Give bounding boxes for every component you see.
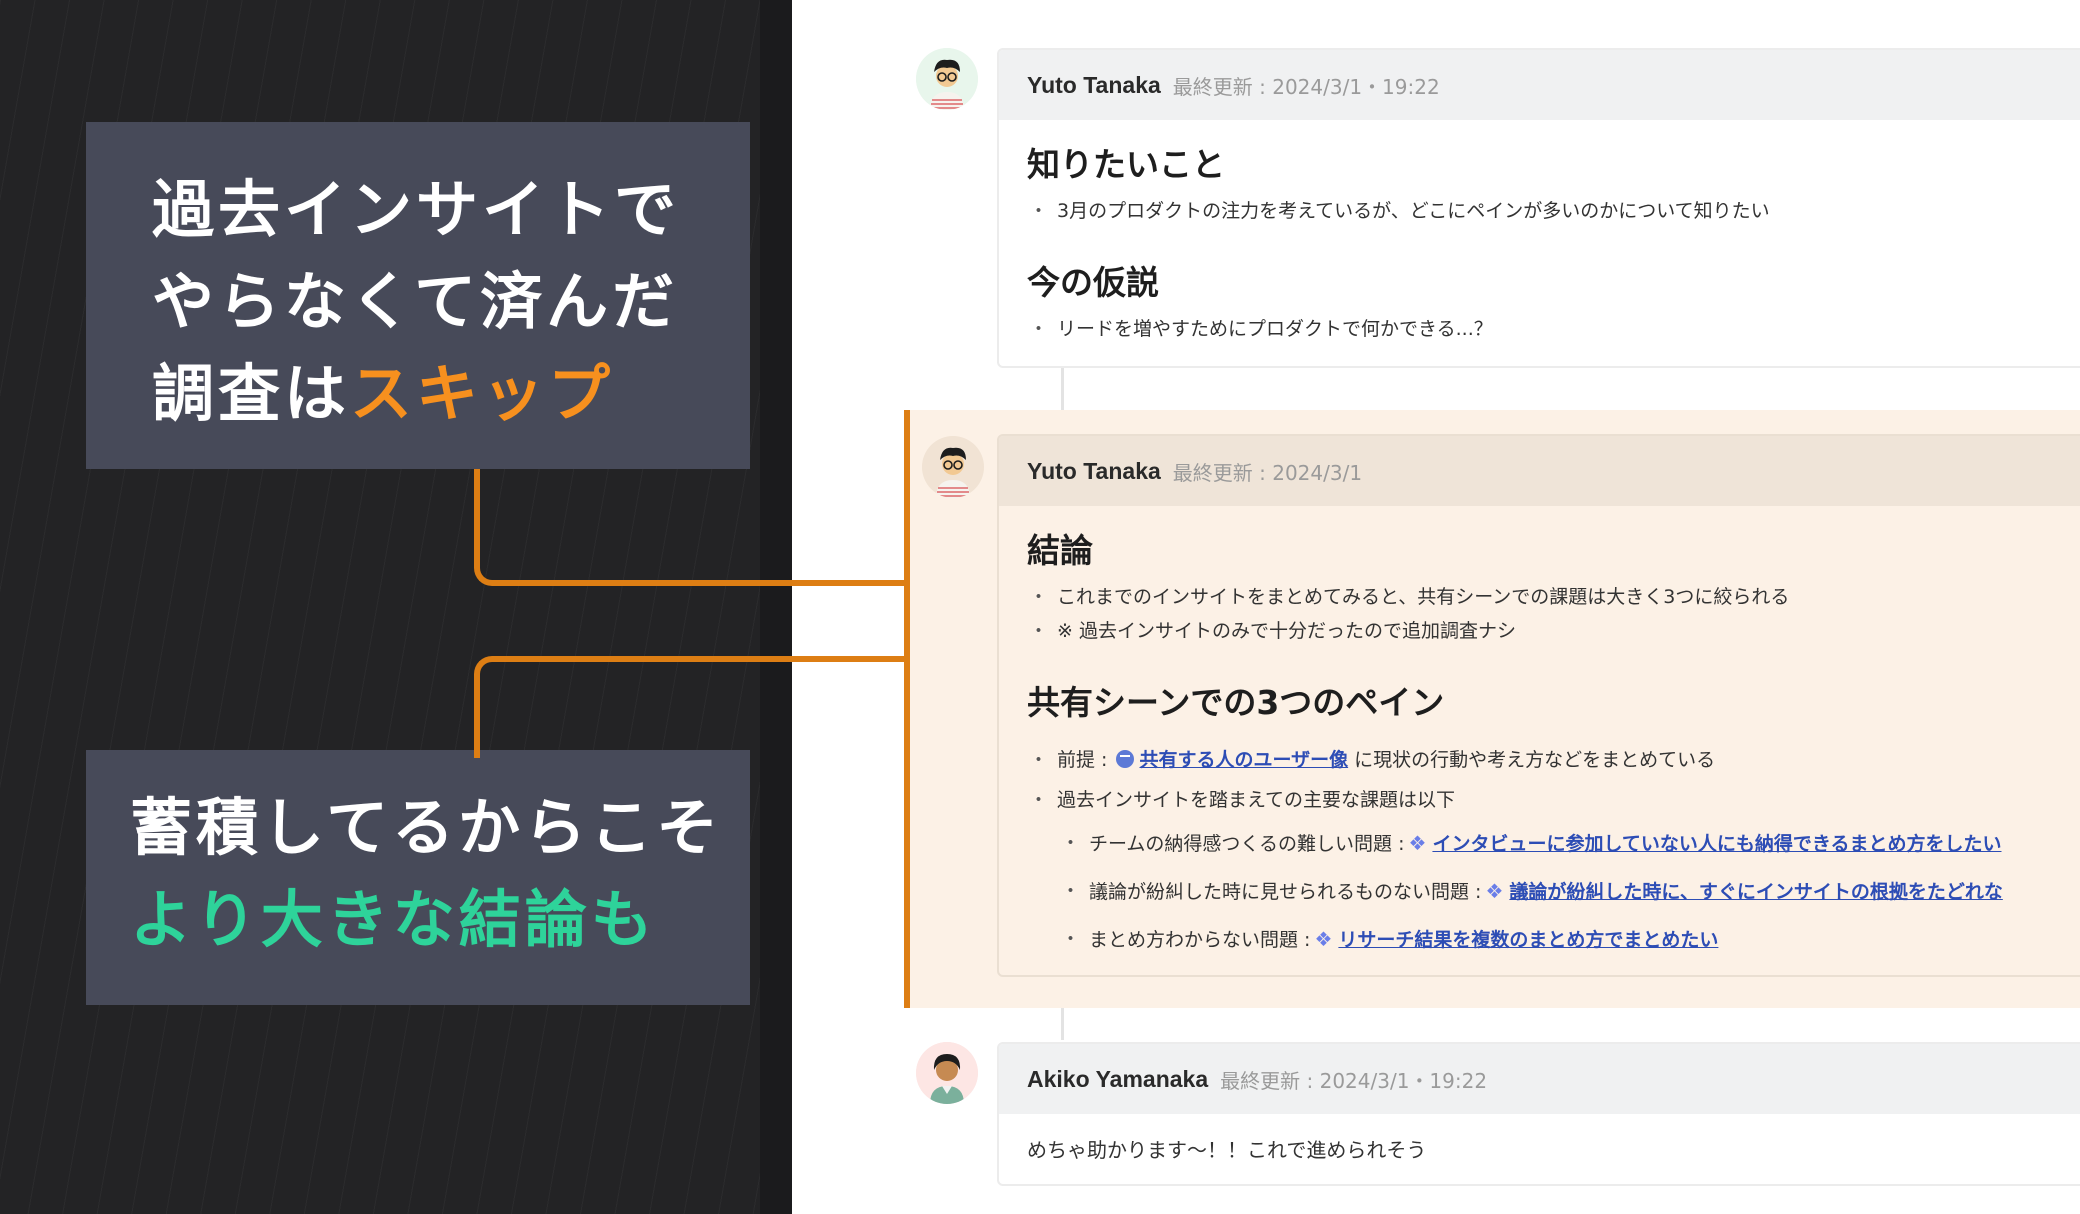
- last-updated: 最終更新 : 2024/3/1: [1172, 460, 1363, 485]
- author-name[interactable]: Yuto Tanaka: [1027, 72, 1161, 99]
- connector-bottom: [474, 656, 912, 758]
- pains-list: 前提 : 共有する人のユーザー像 に現状の行動や考え方などをまとめている 過去イ…: [1027, 740, 2067, 820]
- pain-items: チームの納得感つくるの難しい問題 :❖インタビューに参加していない人にも納得でき…: [1059, 820, 2067, 964]
- avatar-woman-icon: [916, 1042, 978, 1104]
- avatar[interactable]: [922, 436, 984, 498]
- list-item: これまでのインサイトをまとめてみると、共有シーンでの課題は大きく3つに絞られる: [1027, 580, 2067, 614]
- avatar-man-icon: [916, 48, 978, 110]
- callout-bottom-line1: 蓄積してるからこそ: [130, 791, 723, 864]
- callout-bottom-accent: より大きな結論も: [130, 883, 657, 956]
- pain-label: チームの納得感つくるの難しい問題 :: [1089, 833, 1405, 855]
- pain-link[interactable]: インタビューに参加していない人にも納得できるまとめ方をしたい: [1432, 833, 2001, 855]
- notion-page-icon: ❖: [1408, 831, 1427, 855]
- callout-top-line1: 過去インサイトで: [152, 173, 681, 246]
- author-name[interactable]: Yuto Tanaka: [1027, 458, 1161, 485]
- post-body: 結論 これまでのインサイトをまとめてみると、共有シーンでの課題は大きく3つに絞ら…: [999, 506, 2080, 964]
- reply-text: めちゃ助かります〜！！これで進められそう: [1027, 1138, 1427, 1162]
- pain-label: 議論が紛糾した時に見せられるものない問題 :: [1089, 881, 1482, 903]
- callout-bigger-conclusion: 蓄積してるからこそ より大きな結論も: [86, 750, 750, 1005]
- user-persona-link[interactable]: 共有する人のユーザー像: [1140, 749, 1349, 771]
- section-heading: 今の仮説: [1027, 263, 1159, 302]
- post-header: Akiko Yamanaka 最終更新 : 2024/3/1・19:22: [999, 1044, 2080, 1114]
- author-name[interactable]: Akiko Yamanaka: [1027, 1066, 1208, 1093]
- bullet-list: リードを増やすためにプロダクトで何かできる...？: [1027, 312, 2067, 346]
- post-header: Yuto Tanaka 最終更新 : 2024/3/1・19:22: [999, 50, 2080, 120]
- conclusion-heading: 結論: [1027, 531, 1093, 570]
- pain-item: まとめ方わからない問題 :❖リサーチ結果を複数のまとめ方でまとめたい: [1059, 916, 2067, 964]
- callout-top-line3: 調査はスキップ: [152, 348, 680, 440]
- premise-suffix: に現状の行動や考え方などをまとめている: [1354, 749, 1716, 771]
- avatar[interactable]: [916, 1042, 978, 1104]
- post-body: 知りたいこと 3月のプロダクトの注力を考えているが、どこにペインが多いのかについ…: [999, 120, 2080, 346]
- callout-top-line2: やらなくて済んだ: [152, 265, 679, 338]
- list-item: ※ 過去インサイトのみで十分だったので追加調査ナシ: [1027, 614, 2067, 648]
- pains-heading: 共有シーンでの3つのペイン: [1027, 683, 1445, 722]
- promo-divider-strip: [760, 0, 792, 1214]
- pain-label: まとめ方わからない問題 :: [1089, 929, 1311, 951]
- avatar-man-icon: [922, 436, 984, 498]
- list-item: 3月のプロダクトの注力を考えているが、どこにペインが多いのかについて知りたい: [1027, 194, 2067, 228]
- post-card-reply: Akiko Yamanaka 最終更新 : 2024/3/1・19:22 めちゃ…: [997, 1042, 2080, 1186]
- pain-item: チームの納得感つくるの難しい問題 :❖インタビューに参加していない人にも納得でき…: [1059, 820, 2067, 868]
- bullet-list: 3月のプロダクトの注力を考えているが、どこにペインが多いのかについて知りたい: [1027, 194, 2067, 228]
- conclusion-list: これまでのインサイトをまとめてみると、共有シーンでの課題は大きく3つに絞られる …: [1027, 580, 2067, 648]
- callout-skip-research: 過去インサイトで やらなくて済んだ 調査はスキップ: [86, 122, 750, 469]
- list-item: リードを増やすためにプロダクトで何かできる...？: [1027, 312, 2067, 346]
- pain-item: 議論が紛糾した時に見せられるものない問題 :❖議論が紛糾した時に、すぐにインサイ…: [1059, 868, 2067, 916]
- section-heading: 知りたいこと: [1027, 145, 1225, 184]
- post-header: Yuto Tanaka 最終更新 : 2024/3/1: [999, 436, 2080, 506]
- pain-link[interactable]: 議論が紛糾した時に、すぐにインサイトの根拠をたどれな: [1509, 881, 2002, 903]
- summary-item: 過去インサイトを踏まえての主要な課題は以下: [1027, 780, 2067, 820]
- notion-page-icon: ❖: [1485, 879, 1504, 903]
- callout-top-accent: スキップ: [350, 357, 615, 430]
- last-updated: 最終更新 : 2024/3/1・19:22: [1220, 1068, 1488, 1093]
- post-card-question: Yuto Tanaka 最終更新 : 2024/3/1・19:22 知りたいこと…: [997, 48, 2080, 368]
- premise-item: 前提 : 共有する人のユーザー像 に現状の行動や考え方などをまとめている: [1027, 740, 2067, 780]
- people-icon: [1115, 750, 1134, 768]
- post-body: めちゃ助かります〜！！これで進められそう: [999, 1114, 2080, 1163]
- post-card-conclusion: Yuto Tanaka 最終更新 : 2024/3/1 結論 これまでのインサイ…: [997, 434, 2080, 977]
- callout-top-line3-prefix: 調査は: [152, 357, 351, 430]
- avatar[interactable]: [916, 48, 978, 110]
- premise-label: 前提 :: [1057, 749, 1108, 771]
- notion-page-icon: ❖: [1314, 927, 1333, 951]
- pain-link[interactable]: リサーチ結果を複数のまとめ方でまとめたい: [1338, 929, 1718, 951]
- last-updated: 最終更新 : 2024/3/1・19:22: [1172, 74, 1440, 99]
- connector-top: [474, 469, 912, 586]
